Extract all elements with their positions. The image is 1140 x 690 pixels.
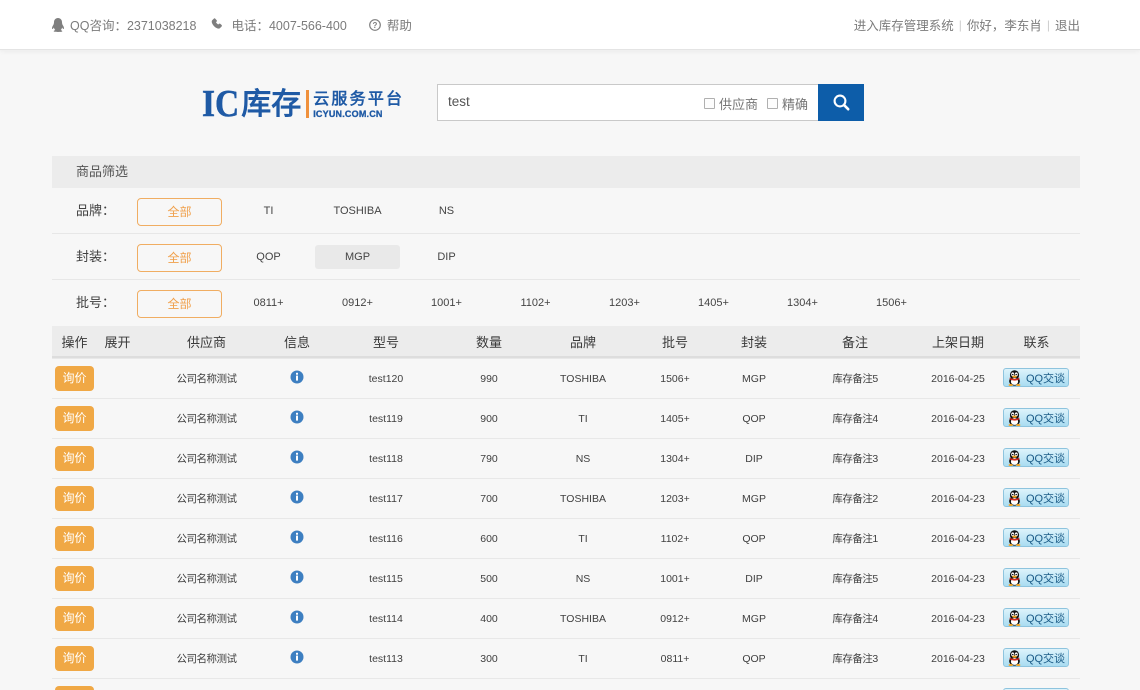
svg-text:?: ?: [372, 21, 377, 30]
